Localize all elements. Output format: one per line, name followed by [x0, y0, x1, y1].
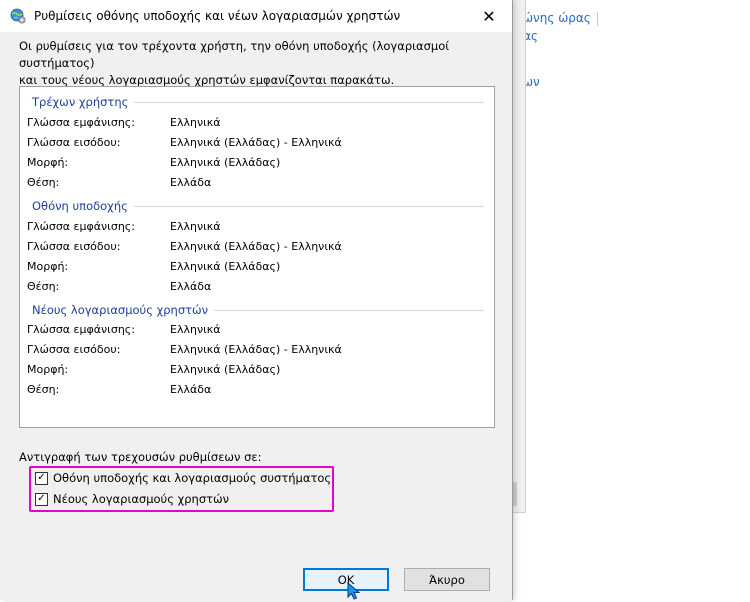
close-button[interactable]: ✕: [466, 0, 512, 32]
copy-settings-label: Αντιγραφή των τρεχουσών ρυθμίσεων σε:: [19, 450, 262, 464]
dialog-title: Ρυθμίσεις οθόνης υποδοχής και νέων λογαρ…: [34, 9, 401, 23]
ok-button[interactable]: OK: [303, 568, 389, 591]
checkbox-label[interactable]: Νέους λογαριασμούς χρηστών: [53, 492, 229, 506]
group-heading-welcome-screen: Οθόνη υποδοχής: [32, 199, 484, 213]
checkbox-box[interactable]: ✓: [35, 471, 48, 485]
setting-value: Ελληνικά (Ελλάδας): [170, 363, 281, 376]
setting-label: Γλώσσα εμφάνισης:: [27, 116, 135, 129]
group-divider: [134, 101, 484, 103]
group-heading-new-user-accounts: Νέους λογαριασμούς χρηστών: [32, 303, 484, 317]
group-heading-current-user: Τρέχων χρήστης: [32, 95, 484, 109]
setting-label: Θέση:: [27, 383, 60, 396]
globe-settings-icon: [10, 8, 26, 24]
setting-value: Ελληνικά (Ελλάδας): [170, 156, 281, 169]
setting-label: Θέση:: [27, 280, 60, 293]
setting-label: Γλώσσα εισόδου:: [27, 136, 121, 149]
region-settings-dialog: Ρυθμίσεις οθόνης υποδοχής και νέων λογαρ…: [0, 0, 513, 600]
setting-label: Γλώσσα εισόδου:: [27, 343, 121, 356]
checkbox-box[interactable]: ✓: [35, 492, 48, 506]
setting-value: Ελληνικά (Ελλάδας) - Ελληνικά: [170, 136, 342, 149]
group-heading-label: Οθόνη υποδοχής: [32, 199, 128, 213]
setting-label: Γλώσσα εισόδου:: [27, 240, 121, 253]
dialog-description: Οι ρυθμίσεις για τον τρέχοντα χρήστη, τη…: [19, 39, 450, 87]
setting-value: Ελληνικά (Ελλάδας): [170, 260, 281, 273]
setting-value: Ελλάδα: [170, 383, 212, 396]
group-divider: [133, 205, 484, 207]
title-bar[interactable]: Ρυθμίσεις οθόνης υποδοχής και νέων λογαρ…: [0, 0, 512, 32]
setting-value: Ελληνικά: [170, 220, 221, 233]
setting-value: Ελληνικά (Ελλάδας) - Ελληνικά: [170, 343, 342, 356]
checkbox-new-user-accounts[interactable]: ✓ Νέους λογαριασμούς χρηστών: [35, 490, 229, 508]
background-panel-edge: [513, 0, 526, 513]
setting-label: Γλώσσα εμφάνισης:: [27, 323, 135, 336]
cancel-button[interactable]: Άκυρο: [404, 568, 490, 591]
setting-label: Μορφή:: [27, 156, 69, 169]
setting-label: Μορφή:: [27, 260, 69, 273]
mouse-pointer-icon: [347, 582, 361, 600]
setting-value: Ελλάδα: [170, 176, 212, 189]
group-divider: [214, 309, 484, 311]
background-link-time[interactable]: ώνης ώρας: [523, 11, 591, 25]
setting-value: Ελλάδα: [170, 280, 212, 293]
group-heading-label: Τρέχων χρήστης: [32, 95, 129, 109]
setting-label: Μορφή:: [27, 363, 69, 376]
setting-label: Θέση:: [27, 176, 60, 189]
background-panel-strip: [513, 482, 517, 506]
settings-summary-box: Τρέχων χρήστης Γλώσσα εμφάνισης: Ελληνικά…: [19, 86, 495, 428]
group-heading-label: Νέους λογαριασμούς χρηστών: [32, 303, 209, 317]
checkbox-welcome-screen[interactable]: ✓ Οθόνη υποδοχής και λογαριασμούς συστήμ…: [35, 469, 331, 487]
background-separator: [597, 12, 598, 26]
setting-label: Γλώσσα εμφάνισης:: [27, 220, 135, 233]
setting-value: Ελληνικά: [170, 116, 221, 129]
setting-value: Ελληνικά (Ελλάδας) - Ελληνικά: [170, 240, 342, 253]
checkbox-label[interactable]: Οθόνη υποδοχής και λογαριασμούς συστήματ…: [53, 471, 331, 485]
setting-value: Ελληνικά: [170, 323, 221, 336]
